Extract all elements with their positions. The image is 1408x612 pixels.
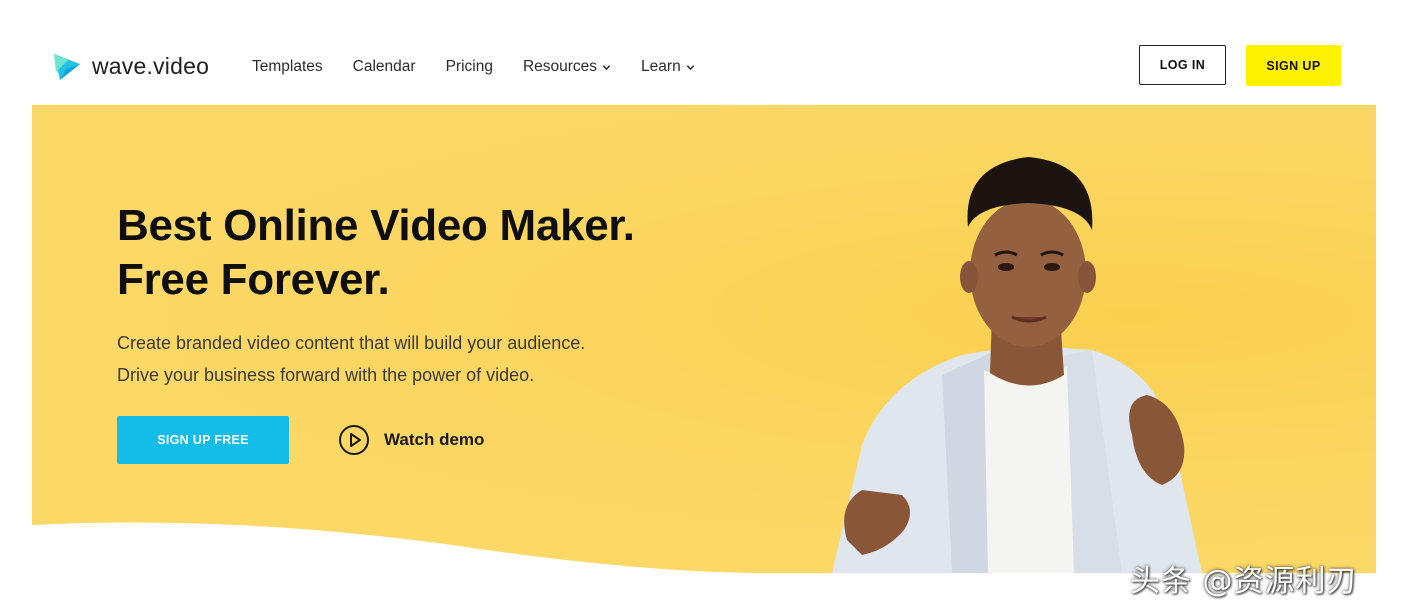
site-header: wave.video Templates Calendar Pricing Re… bbox=[0, 0, 1408, 105]
play-circle-icon bbox=[339, 425, 369, 455]
main-nav: Templates Calendar Pricing Resources Lea… bbox=[252, 58, 725, 76]
login-button[interactable]: LOG IN bbox=[1139, 45, 1226, 85]
nav-item-label: Resources bbox=[522, 58, 598, 75]
signup-button[interactable]: SIGN UP bbox=[1246, 45, 1341, 86]
signup-free-button[interactable]: SIGN UP FREE bbox=[117, 416, 289, 464]
chevron-down-icon bbox=[602, 64, 611, 70]
brand-logo[interactable]: wave.video bbox=[52, 50, 209, 82]
subtext-line-1: Create branded video content that will b… bbox=[117, 333, 586, 353]
hero-headline: Best Online Video Maker. Free Forever. bbox=[117, 199, 635, 307]
watch-demo-button[interactable]: Watch demo bbox=[338, 424, 484, 456]
nav-item-calendar[interactable]: Calendar bbox=[353, 58, 416, 76]
hero-subtext: Create branded video content that will b… bbox=[117, 327, 585, 391]
watch-demo-label: Watch demo bbox=[384, 430, 485, 449]
subtext-line-2: Drive your business forward with the pow… bbox=[117, 365, 535, 385]
hero-section: Best Online Video Maker. Free Forever. C… bbox=[32, 105, 1376, 573]
nav-item-label: Pricing bbox=[445, 58, 493, 75]
wave-logo-icon bbox=[54, 54, 80, 80]
nav-item-label: Templates bbox=[252, 58, 323, 75]
nav-item-pricing[interactable]: Pricing bbox=[446, 58, 493, 76]
watermark-text: 头条 @资源利刃 bbox=[1130, 564, 1358, 599]
headline-line-2: Free Forever. bbox=[117, 255, 390, 304]
brand-name: wave.video bbox=[92, 52, 210, 79]
nav-item-label: Learn bbox=[641, 58, 681, 75]
nav-item-learn[interactable]: Learn bbox=[641, 58, 695, 76]
nav-item-label: Calendar bbox=[352, 58, 416, 75]
headline-line-1: Best Online Video Maker. bbox=[117, 201, 635, 250]
chevron-down-icon bbox=[686, 64, 694, 70]
nav-item-templates[interactable]: Templates bbox=[252, 58, 323, 76]
nav-item-resources[interactable]: Resources bbox=[523, 58, 611, 76]
